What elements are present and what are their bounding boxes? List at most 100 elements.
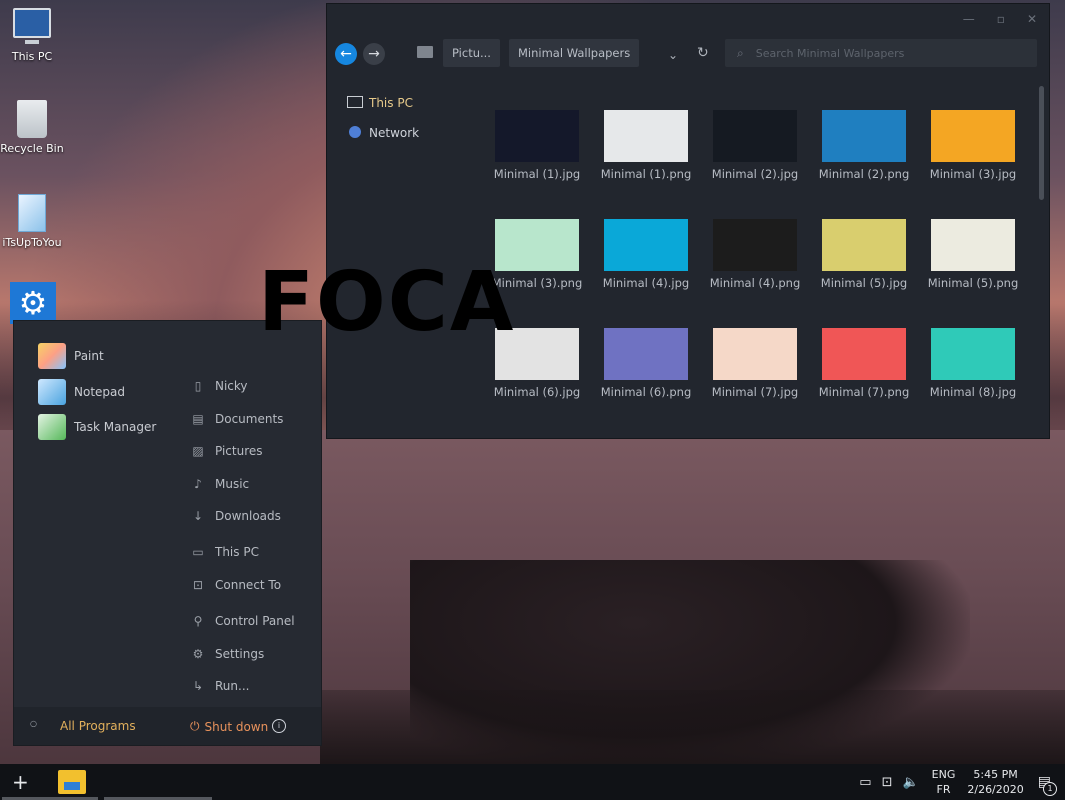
notepad-icon <box>38 379 66 405</box>
shut-down-label: Shut down <box>204 719 269 734</box>
app-label: Task Manager <box>74 420 157 434</box>
file-thumbnail <box>931 328 1015 380</box>
start-place-downloads[interactable]: ↓ Downloads <box>190 509 281 523</box>
file-item[interactable]: Minimal (2).jpg <box>705 110 805 181</box>
file-item[interactable]: Minimal (1).jpg <box>487 110 587 181</box>
network-status-icon[interactable]: ⊡ <box>882 775 893 790</box>
info-icon[interactable]: i <box>272 719 286 733</box>
file-item[interactable]: Minimal (4).png <box>705 219 805 290</box>
file-item[interactable]: Minimal (4).jpg <box>596 219 696 290</box>
desktop-icon-label: Recycle Bin <box>0 142 64 155</box>
clock[interactable]: 5:45 PM 2/26/2020 <box>967 767 1023 797</box>
app-task-manager[interactable]: Task Manager <box>38 414 156 440</box>
start-place-music[interactable]: ♪ Music <box>190 477 249 491</box>
desktop-icon-this-pc[interactable]: This PC <box>0 8 64 63</box>
nav-item-network[interactable]: Network <box>347 118 419 148</box>
breadcrumb-minimal-wallpapers[interactable]: Minimal Wallpapers <box>509 39 640 67</box>
file-item[interactable]: Minimal (2).png <box>814 110 914 181</box>
nav-item-this-pc[interactable]: This PC <box>347 88 419 118</box>
close-button[interactable]: ✕ <box>1027 12 1037 26</box>
clock-time: 5:45 PM <box>973 768 1018 781</box>
file-item[interactable]: Minimal (7).png <box>814 328 914 399</box>
navigation-pane: This PC Network <box>347 88 419 148</box>
file-name: Minimal (7).jpg <box>711 385 799 399</box>
start-place-connect-to[interactable]: ⊡ Connect To <box>190 578 281 592</box>
language-indicator[interactable]: ENG FR <box>932 767 956 797</box>
folder-icon <box>417 46 433 58</box>
desktop-icon-itsuptoyou[interactable]: iTsUpToYou <box>0 194 64 249</box>
file-item[interactable]: Minimal (5).jpg <box>814 219 914 290</box>
start-place-documents[interactable]: ▤ Documents <box>190 412 283 426</box>
pictures-icon: ▨ <box>192 444 204 458</box>
start-place-control-panel[interactable]: ⚲ Control Panel <box>190 614 295 628</box>
forward-button[interactable]: → <box>363 43 385 65</box>
start-place-run[interactable]: ↳ Run... <box>190 679 249 693</box>
file-name: Minimal (2).png <box>818 167 910 181</box>
file-item[interactable]: Minimal (8).jpg <box>923 328 1023 399</box>
file-item[interactable]: Minimal (1).png <box>596 110 696 181</box>
desktop-icon-recycle-bin[interactable]: Recycle Bin <box>0 100 64 155</box>
file-item[interactable]: Minimal (3).jpg <box>923 110 1023 181</box>
start-place-label: Run... <box>215 679 250 693</box>
file-explorer-window[interactable]: — ▫ ✕ ← → Pictu... Minimal Wallpapers ⌄ … <box>326 3 1050 439</box>
desktop-icon-label: iTsUpToYou <box>2 236 62 249</box>
file-item[interactable]: Minimal (7).jpg <box>705 328 805 399</box>
file-name: Minimal (3).jpg <box>929 167 1017 181</box>
refresh-icon[interactable]: ↻ <box>697 45 709 61</box>
file-name: Minimal (1).png <box>600 167 692 181</box>
start-menu-footer: ○ All Programs ⏻ Shut down i <box>14 707 321 745</box>
start-place-label: Nicky <box>215 379 248 393</box>
file-name: Minimal (5).jpg <box>820 276 908 290</box>
network-icon <box>349 125 361 138</box>
maximize-button[interactable]: ▫ <box>997 12 1005 26</box>
volume-icon[interactable]: 🔈 <box>902 775 918 790</box>
file-thumbnail <box>495 110 579 162</box>
back-button[interactable]: ← <box>335 43 357 65</box>
file-name: Minimal (4).jpg <box>602 276 690 290</box>
shut-down-button[interactable]: ⏻ Shut down <box>190 719 268 734</box>
monitor-icon <box>13 8 51 44</box>
battery-icon[interactable]: ▭ <box>859 775 871 790</box>
start-place-label: Documents <box>215 412 284 426</box>
start-place-this-pc[interactable]: ▭ This PC <box>190 545 259 559</box>
start-place-nicky[interactable]: ▯ Nicky <box>190 379 248 393</box>
breadcrumb-pictures[interactable]: Pictu... <box>443 39 500 67</box>
app-label: Notepad <box>74 385 125 399</box>
start-place-label: This PC <box>215 545 259 559</box>
arrow-left-icon: ← <box>340 46 352 62</box>
file-thumbnail <box>931 219 1015 271</box>
monitor-icon <box>347 95 363 108</box>
clock-date: 2/26/2020 <box>967 783 1024 796</box>
app-paint[interactable]: Paint <box>38 343 104 369</box>
file-thumbnail <box>822 328 906 380</box>
desktop-icon-label-partial: w <box>0 420 12 433</box>
file-name: Minimal (5).png <box>927 276 1019 290</box>
file-explorer-taskbar-icon[interactable] <box>58 770 86 794</box>
search-box[interactable]: ⌕ <box>725 39 1037 67</box>
all-programs-button[interactable]: All Programs <box>60 719 136 733</box>
language-secondary: FR <box>936 783 951 796</box>
circle-icon: ○ <box>30 719 37 728</box>
gear-icon[interactable]: ⚙ <box>10 282 56 324</box>
notification-count: 1 <box>1043 782 1057 796</box>
file-thumbnail <box>822 219 906 271</box>
notification-center-button[interactable]: ▤ 1 <box>1038 774 1057 796</box>
file-item[interactable]: Minimal (6).png <box>596 328 696 399</box>
chevron-down-icon[interactable]: ⌄ <box>668 48 678 62</box>
nav-item-label: This PC <box>369 96 413 110</box>
run-icon: ↳ <box>192 679 204 693</box>
file-name: Minimal (6).jpg <box>493 385 581 399</box>
minimize-button[interactable]: — <box>963 12 975 26</box>
file-name: Minimal (2).jpg <box>711 167 799 181</box>
file-thumbnail <box>604 219 688 271</box>
scrollbar[interactable] <box>1039 86 1044 200</box>
start-place-label: Connect To <box>215 578 282 592</box>
file-thumbnail <box>713 219 797 271</box>
start-place-pictures[interactable]: ▨ Pictures <box>190 444 262 458</box>
app-notepad[interactable]: Notepad <box>38 379 125 405</box>
search-input[interactable] <box>753 45 1018 61</box>
start-place-settings[interactable]: ⚙ Settings <box>190 647 265 661</box>
start-button[interactable]: + <box>12 770 29 794</box>
file-name: Minimal (4).png <box>709 276 801 290</box>
file-item[interactable]: Minimal (5).png <box>923 219 1023 290</box>
